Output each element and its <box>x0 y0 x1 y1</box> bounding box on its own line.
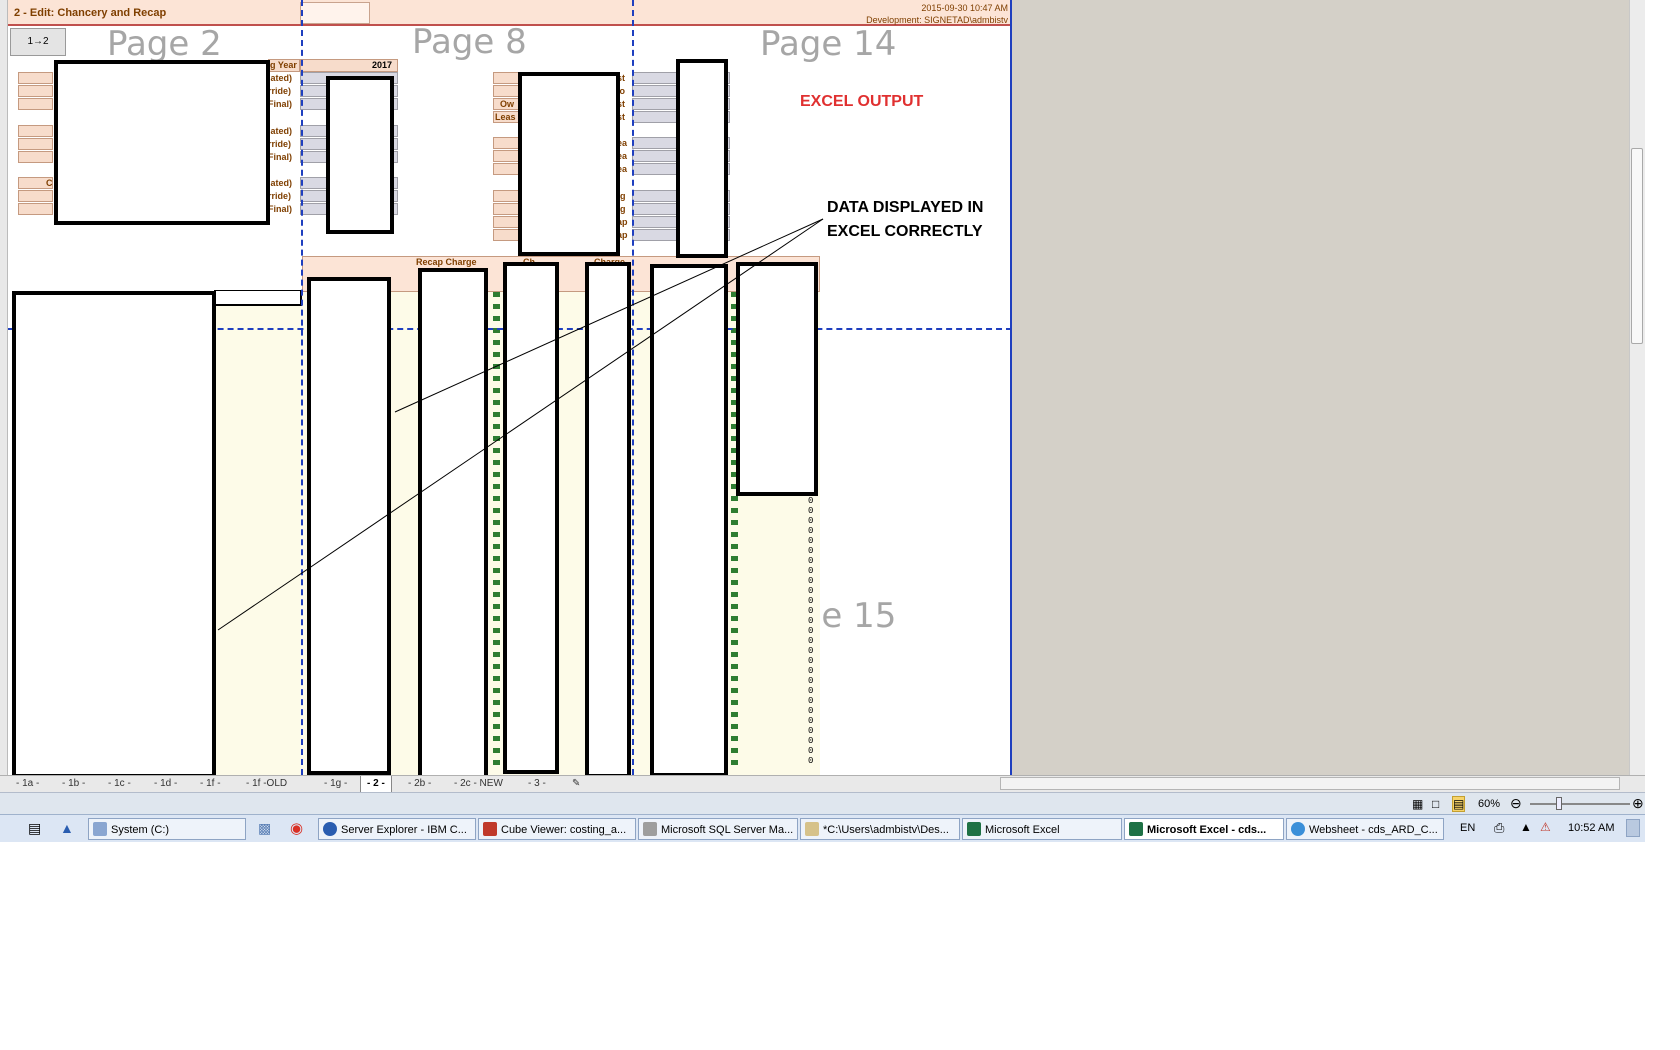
sheet-tab[interactable]: - 1c - <box>102 776 137 792</box>
taskbar-item-server-explorer[interactable]: Server Explorer - IBM C... <box>318 818 476 840</box>
insert-sheet-icon[interactable]: ✎ <box>566 776 586 792</box>
explorer-icon[interactable]: ▩ <box>258 820 271 837</box>
sheet-tab[interactable]: - 1g - <box>318 776 353 792</box>
sheet-tab-active[interactable]: - 2 - <box>360 776 392 792</box>
sheet-tab[interactable]: - 1f -OLD <box>240 776 293 792</box>
taskbar-item-cube-viewer[interactable]: Cube Viewer: costing_a... <box>478 818 636 840</box>
taskbar-item-label: *C:\Users\admbistv\Des... <box>823 824 949 836</box>
sheet-tab[interactable]: - 3 - <box>522 776 552 792</box>
taskbar-item-system[interactable]: System (C:) <box>88 818 246 840</box>
server-icon <box>323 822 337 836</box>
taskbar-item-websheet[interactable]: Websheet - cds_ARD_C... <box>1286 818 1444 840</box>
taskbar-item-label: Microsoft Excel <box>985 824 1060 836</box>
sheet-tab[interactable]: - 1a - <box>10 776 45 792</box>
page-break-preview-icon[interactable]: ▤ <box>1452 796 1466 812</box>
language-indicator[interactable]: EN <box>1460 822 1475 834</box>
excel-icon <box>1129 822 1143 836</box>
show-desktop-icon[interactable] <box>1626 819 1640 837</box>
notepad-icon <box>805 822 819 836</box>
desktop-icon[interactable]: ▤ <box>28 820 41 837</box>
taskbar-item-label: Server Explorer - IBM C... <box>341 824 467 836</box>
taskbar-item-label: Microsoft SQL Server Ma... <box>661 824 794 836</box>
tray-expand-icon[interactable]: ▲ <box>1520 820 1532 834</box>
chrome-icon[interactable]: ◉ <box>290 819 303 837</box>
sheet-tab[interactable]: - 1f - <box>194 776 227 792</box>
remote-icon[interactable]: ▲ <box>60 820 74 836</box>
taskbar-item-label: Microsoft Excel - cds... <box>1147 824 1267 836</box>
windows-taskbar: ▤ ▲ System (C:) ▩ ◉ Server Explorer - IB… <box>0 814 1645 842</box>
database-icon <box>643 822 657 836</box>
taskbar-item-label: Websheet - cds_ARD_C... <box>1309 824 1438 836</box>
vertical-scrollbar[interactable] <box>1629 0 1645 775</box>
sheet-tab[interactable]: - 2c - NEW <box>448 776 509 792</box>
taskbar-item-label: Cube Viewer: costing_a... <box>501 824 627 836</box>
sheet-tab[interactable]: - 2b - <box>402 776 437 792</box>
sheet-tab[interactable]: - 1d - <box>148 776 183 792</box>
taskbar-item-sql-server[interactable]: Microsoft SQL Server Ma... <box>638 818 798 840</box>
normal-view-icon[interactable]: ▦ <box>1412 797 1423 811</box>
taskbar-item-notepad[interactable]: *C:\Users\admbistv\Des... <box>800 818 960 840</box>
network-icon[interactable]: ⚠ <box>1540 820 1551 834</box>
page-layout-icon[interactable]: □ <box>1432 797 1439 811</box>
zoom-slider[interactable] <box>1530 803 1630 805</box>
annotation-pointer-lines <box>217 218 824 631</box>
clock[interactable]: 10:52 AM <box>1568 822 1614 834</box>
cube-icon <box>483 822 497 836</box>
spreadsheet-canvas[interactable]: 2 - Edit: Chancery and Recap 2015-09-30 … <box>0 0 1012 775</box>
excel-icon <box>967 822 981 836</box>
computer-icon <box>93 822 107 836</box>
taskbar-item-excel[interactable]: Microsoft Excel <box>962 818 1122 840</box>
pointer-line <box>217 218 824 631</box>
zoom-in-icon[interactable]: ⊕ <box>1632 795 1644 812</box>
browser-icon <box>1291 822 1305 836</box>
vertical-scroll-thumb[interactable] <box>1631 148 1643 344</box>
taskbar-item-excel-cds[interactable]: Microsoft Excel - cds... <box>1124 818 1284 840</box>
pointer-line <box>394 218 824 413</box>
taskbar-item-label: System (C:) <box>111 824 170 836</box>
printer-icon[interactable]: ⎙ <box>1494 820 1504 836</box>
empty-workspace <box>1012 0 1629 775</box>
sheet-tab[interactable]: - 1b - <box>56 776 91 792</box>
zoom-out-icon[interactable]: ⊖ <box>1510 795 1522 812</box>
horizontal-scrollbar[interactable] <box>1000 777 1620 790</box>
zoom-level[interactable]: 60% <box>1478 798 1500 810</box>
status-bar: ▦ □ ▤ 60% ⊖ ⊕ <box>0 792 1645 814</box>
zoom-slider-thumb[interactable] <box>1556 797 1562 810</box>
